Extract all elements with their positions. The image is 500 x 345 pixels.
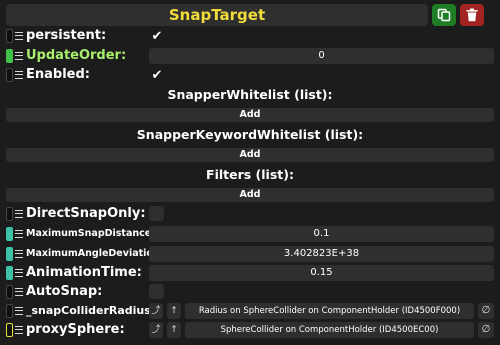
persistent-checkbox[interactable]: ✔ (149, 28, 165, 44)
auto-snap-checkbox[interactable] (149, 284, 164, 299)
field-label-proxy-sphere: proxySphere: (26, 322, 125, 337)
animation-time-input[interactable]: 0.15 (149, 265, 494, 281)
list-title-filters: Filters (list): (206, 167, 294, 182)
field-row-enabled: Enabled: ✔ (6, 66, 494, 84)
list-title-snapper-whitelist: SnapperWhitelist (list): (167, 87, 333, 102)
trash-icon (466, 8, 478, 22)
field-label-snap-collider-radius: _snapColliderRadius: (26, 304, 156, 317)
delete-button[interactable] (460, 4, 484, 26)
enabled-checkbox[interactable]: ✔ (149, 67, 165, 83)
list-title-snapper-keyword-whitelist: SnapperKeywordWhitelist (list): (136, 127, 364, 142)
field-label-animation-time: AnimationTime: (26, 265, 142, 280)
component-title: SnapTarget (168, 6, 266, 24)
drag-handle-icon[interactable] (15, 307, 23, 315)
direct-snap-only-checkbox[interactable] (149, 206, 164, 221)
update-order-input[interactable]: 0 (149, 48, 494, 64)
select-reference-button[interactable]: ↑ (167, 322, 181, 338)
field-row-animation-time: AnimationTime: 0.15 (6, 264, 494, 282)
select-reference-button[interactable]: ↑ (167, 303, 181, 319)
check-icon: ✔ (151, 28, 163, 44)
field-row-snap-collider-radius: _snapColliderRadius: ⤴ ↑ Radius on Spher… (6, 302, 494, 320)
duplicate-icon (437, 8, 451, 22)
snap-collider-radius-reference-field[interactable]: Radius on SphereCollider on ComponentHol… (185, 303, 474, 319)
field-chip[interactable] (6, 304, 13, 318)
field-row-proxy-sphere: proxySphere: ⤴ ↑ SphereCollider on Compo… (6, 321, 494, 339)
field-chip[interactable] (6, 29, 13, 43)
component-header: SnapTarget (6, 4, 428, 26)
field-label-direct-snap-only: DirectSnapOnly: (26, 206, 146, 221)
maximum-snap-distance-input[interactable]: 0.1 (149, 226, 494, 242)
add-button-snapper-keyword-whitelist[interactable]: Add (6, 148, 494, 162)
field-chip[interactable] (6, 266, 13, 280)
field-chip[interactable] (6, 323, 13, 337)
field-chip[interactable] (6, 68, 13, 82)
drag-handle-icon[interactable] (15, 210, 23, 218)
drag-handle-icon[interactable] (15, 71, 23, 79)
check-icon: ✔ (151, 67, 163, 83)
field-label-update-order: UpdateOrder: (26, 48, 127, 63)
add-button-snapper-whitelist[interactable]: Add (6, 108, 494, 122)
field-row-direct-snap-only: DirectSnapOnly: (6, 205, 494, 223)
field-chip[interactable] (6, 247, 13, 261)
drag-handle-icon[interactable] (15, 326, 23, 334)
clear-reference-button[interactable]: ∅ (478, 322, 494, 338)
field-label-maximum-snap-distance: MaximumSnapDistance: (26, 228, 156, 239)
duplicate-button[interactable] (432, 4, 456, 26)
drag-handle-icon[interactable] (15, 250, 23, 258)
field-label-auto-snap: AutoSnap: (26, 284, 103, 299)
add-button-filters[interactable]: Add (6, 188, 494, 202)
maximum-angle-deviation-input[interactable]: 3.402823E+38 (149, 246, 494, 262)
field-row-update-order: UpdateOrder: 0 (6, 47, 494, 65)
drag-handle-icon[interactable] (15, 269, 23, 277)
field-chip[interactable] (6, 285, 13, 299)
field-label-persistent: persistent: (26, 28, 107, 43)
field-label-enabled: Enabled: (26, 67, 90, 82)
field-row-persistent: persistent: ✔ (6, 27, 494, 45)
drag-handle-icon[interactable] (15, 52, 23, 60)
field-label-maximum-angle-deviation: MaximumAngleDeviation: (26, 248, 164, 259)
field-chip[interactable] (6, 207, 13, 221)
field-chip[interactable] (6, 49, 13, 63)
drag-handle-icon[interactable] (15, 32, 23, 40)
proxy-sphere-reference-field[interactable]: SphereCollider on ComponentHolder (ID450… (185, 322, 474, 338)
field-row-maximum-angle-deviation: MaximumAngleDeviation: 3.402823E+38 (6, 245, 494, 263)
jump-to-reference-button[interactable]: ⤴ (149, 322, 163, 338)
drag-handle-icon[interactable] (15, 288, 23, 296)
jump-to-reference-button[interactable]: ⤴ (149, 303, 163, 319)
field-row-maximum-snap-distance: MaximumSnapDistance: 0.1 (6, 225, 494, 243)
drag-handle-icon[interactable] (15, 230, 23, 238)
clear-reference-button[interactable]: ∅ (478, 303, 494, 319)
field-chip[interactable] (6, 227, 13, 241)
field-row-auto-snap: AutoSnap: (6, 283, 494, 301)
